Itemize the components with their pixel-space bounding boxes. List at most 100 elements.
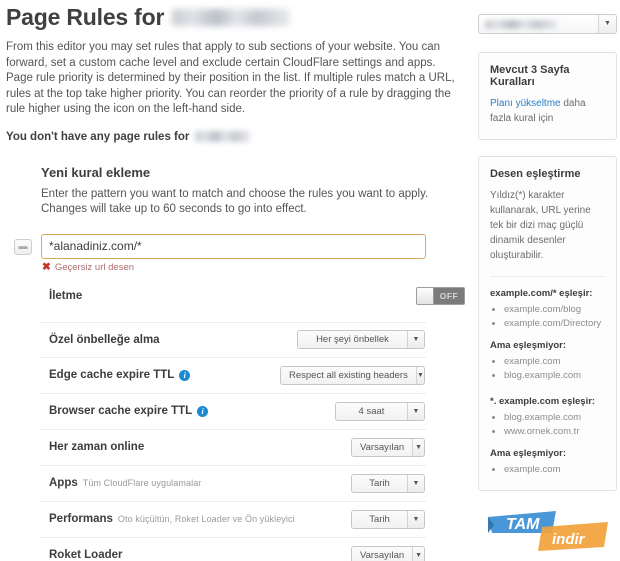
chevron-down-icon: ▼	[407, 474, 424, 492]
pattern-group-list: example.com blog.example.com	[490, 355, 605, 383]
svg-text:indir: indir	[552, 531, 586, 548]
list-item: blog.example.com	[504, 369, 605, 383]
card-divider	[490, 276, 605, 277]
no-rules-text: You don't have any page rules for	[6, 130, 190, 143]
drag-handle-icon[interactable]: ▬	[14, 238, 32, 255]
setting-sublabel: Oto küçültün, Roket Loader ve Ön yükleyi…	[117, 514, 295, 524]
page-rules-screen: Page Rules for From this editor you may …	[0, 0, 620, 561]
setting-label: Performans	[49, 513, 113, 525]
url-pattern-row: ▬ ✖ Geçersiz url desen	[14, 233, 466, 273]
domain-selector-value	[479, 15, 598, 33]
setting-select[interactable]: 4 saat ▼	[335, 401, 425, 421]
chevron-down-icon: ▼	[407, 402, 424, 420]
setting-sublabel: Tüm CloudFlare uygulamalar	[82, 478, 202, 488]
chevron-down-icon: ▼	[407, 510, 424, 528]
plan-card-title: Mevcut 3 Sayfa Kuralları	[490, 64, 570, 88]
setting-select-value: 4 saat	[336, 402, 407, 420]
setting-row: Performans Oto küçültün, Roket Loader ve…	[41, 502, 426, 538]
setting-label: Her zaman online	[49, 441, 145, 453]
new-rule-heading: Yeni kural ekleme	[41, 164, 151, 180]
page-title: Page Rules for	[6, 4, 462, 30]
pattern-group-heading: example.com/* eşleşir:	[490, 288, 593, 299]
upgrade-plan-link[interactable]: Planı yükseltme	[490, 98, 561, 109]
setting-select-value: Varsayılan	[352, 438, 413, 456]
pattern-group-list: example.com	[490, 463, 605, 477]
setting-select-value: Varsayılan	[352, 546, 413, 561]
setting-select[interactable]: Varsayılan ▼	[351, 437, 425, 457]
info-icon[interactable]: i	[197, 405, 209, 417]
setting-row: Özel önbelleğe alma Her şeyi önbellek ▼	[41, 321, 426, 358]
plan-card: Mevcut 3 Sayfa Kuralları Planı yükseltme…	[478, 52, 617, 140]
setting-select[interactable]: Varsayılan ▼	[351, 545, 425, 561]
setting-row: Edge cache expire TTL i Respect all exis…	[41, 358, 426, 394]
page-title-text: Page Rules for	[6, 4, 165, 30]
list-item: example.com	[504, 355, 605, 369]
main-content: Page Rules for From this editor you may …	[0, 0, 470, 561]
setting-select[interactable]: Respect all existing headers ▼	[280, 365, 425, 385]
setting-label: Browser cache expire TTL	[49, 405, 193, 417]
setting-label-group: Apps Tüm CloudFlare uygulamalar	[49, 477, 201, 489]
tamindir-watermark: TAM indir	[484, 507, 612, 555]
chevron-down-icon: ▼	[598, 15, 616, 33]
forwarding-toggle[interactable]: OFF	[416, 286, 465, 305]
setting-row: Her zaman online Varsayılan ▼	[41, 430, 426, 466]
redacted-domain-inline	[195, 131, 251, 142]
setting-label: Apps	[49, 477, 78, 489]
plan-card-text: Planı yükseltme daha fazla kural için	[490, 96, 605, 126]
svg-text:TAM: TAM	[506, 516, 540, 533]
chevron-down-icon: ▼	[412, 546, 424, 561]
list-item: example.com/blog	[504, 303, 605, 317]
intro-paragraph: From this editor you may set rules that …	[6, 41, 455, 115]
toggle-state-label: OFF	[439, 290, 459, 301]
url-error-message: ✖ Geçersiz url desen	[42, 262, 426, 273]
pattern-matching-card: Desen eşleştirme Yıldız(*) karakter kull…	[478, 156, 617, 491]
chevron-down-icon: ▼	[412, 438, 424, 456]
error-x-icon: ✖	[42, 260, 51, 273]
setting-row: Browser cache expire TTL i 4 saat ▼	[41, 394, 426, 430]
info-icon[interactable]: i	[179, 369, 191, 381]
setting-row: Apps Tüm CloudFlare uygulamalar Tarih ▼	[41, 466, 426, 502]
no-rules-notice: You don't have any page rules for	[6, 131, 462, 143]
list-item: blog.example.com	[504, 411, 605, 425]
setting-select-value: Tarih	[352, 474, 407, 492]
setting-select-value: Tarih	[352, 510, 407, 528]
setting-label: Roket Loader	[49, 549, 123, 561]
redacted-domain-title	[172, 8, 291, 26]
setting-label-group: Browser cache expire TTL i	[49, 405, 209, 417]
setting-select[interactable]: Tarih ▼	[351, 509, 425, 529]
error-text: Geçersiz url desen	[54, 261, 135, 273]
pattern-group-heading: Ama eşleşmiyor:	[490, 448, 567, 459]
setting-label-group: Performans Oto küçültün, Roket Loader ve…	[49, 513, 295, 525]
domain-selector[interactable]: ▼	[478, 14, 617, 34]
pattern-group-list: example.com/blog example.com/Directory	[490, 303, 605, 331]
chevron-down-icon: ▼	[407, 331, 424, 348]
forwarding-label: İletme	[49, 289, 83, 302]
settings-list: Özel önbelleğe alma Her şeyi önbellek ▼ …	[41, 321, 426, 561]
toggle-knob	[417, 287, 434, 304]
sidebar: ▼ Mevcut 3 Sayfa Kuralları Planı yükselt…	[478, 14, 617, 507]
setting-label: Edge cache expire TTL	[49, 369, 175, 381]
setting-label-group: Özel önbelleğe alma	[49, 334, 160, 346]
watermark-logo-icon: TAM indir	[488, 511, 608, 551]
pattern-group-heading: Ama eşleşmiyor:	[490, 340, 567, 351]
setting-label-group: Roket Loader	[49, 549, 123, 561]
url-pattern-input[interactable]	[41, 233, 426, 259]
list-item: www.ornek.com.tr	[504, 425, 605, 439]
setting-select-value: Respect all existing headers	[281, 366, 416, 384]
setting-label: Özel önbelleğe alma	[49, 333, 160, 346]
pattern-group-heading: *. example.com eşleşir:	[490, 396, 596, 407]
pattern-card-body: Yıldız(*) karakter kullanarak, URL yerin…	[490, 190, 591, 261]
list-item: example.com/Directory	[504, 317, 605, 331]
new-rule-description: Enter the pattern you want to match and …	[41, 187, 429, 216]
redacted-domain-value	[485, 19, 557, 29]
setting-select[interactable]: Her şeyi önbellek ▼	[297, 330, 425, 349]
setting-label-group: Her zaman online	[49, 441, 144, 453]
setting-select[interactable]: Tarih ▼	[351, 473, 425, 493]
new-rule-form: Yeni kural ekleme Enter the pattern you …	[14, 164, 466, 561]
list-item: example.com	[504, 463, 605, 477]
setting-label-group: Edge cache expire TTL i	[49, 369, 191, 381]
setting-row: Roket Loader Varsayılan ▼	[41, 538, 426, 561]
chevron-down-icon: ▼	[415, 366, 424, 384]
forwarding-row: İletme OFF	[41, 281, 466, 311]
